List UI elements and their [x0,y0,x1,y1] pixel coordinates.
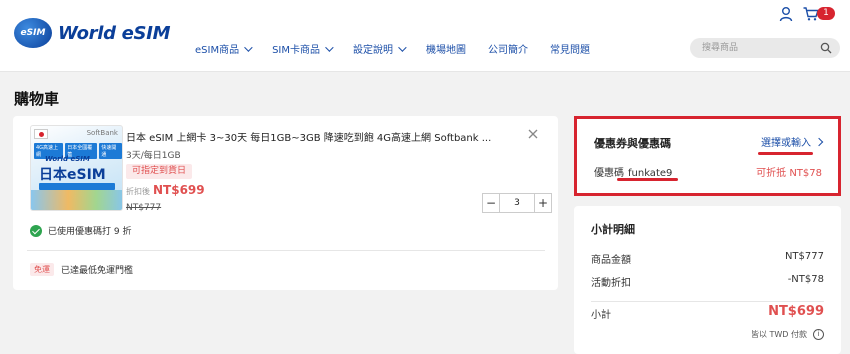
globe-logo-icon: eSIM [14,18,52,48]
nav-setup-guide[interactable]: 設定說明 [353,41,407,56]
increase-quantity-button[interactable]: + [534,193,552,213]
select-or-enter-coupon-link[interactable]: 選擇或輸入 [761,134,824,149]
nav-faq[interactable]: 常見問題 [550,41,590,56]
product-price: NT$699 [153,183,205,197]
user-icon[interactable] [779,6,793,22]
coupon-card: 優惠券與優惠碼 選擇或輸入 優惠碼 funkate9 可折抵 NT$78 [574,116,841,196]
summary-row-subtotal: 商品金額 NT$777 [591,251,824,266]
nav-label: SIM卡商品 [272,45,321,56]
cart-item-card: SoftBank 4G高速上網 日本全國覆蓋 快速開通 World eSIM 日… [13,116,558,290]
japan-flag-icon [34,129,48,139]
nav-label: 常見問題 [550,45,591,56]
coupon-title: 優惠券與優惠碼 [594,137,671,150]
page-title: 購物車 [14,90,60,108]
info-icon[interactable]: i [813,329,824,340]
nav-sim-products[interactable]: SIM卡商品 [272,41,334,56]
free-shipping-notice: 免運 已達最低免運門檻 [30,263,133,276]
carrier-logo: SoftBank [86,129,118,137]
nav-label: 機場地圖 [426,45,467,56]
coupon-applied-notice: 已使用優惠碼打 9 折 [30,224,131,237]
nav-esim-products[interactable]: eSIM商品 [195,41,253,56]
nav-label: 公司簡介 [488,45,529,56]
nav-about[interactable]: 公司簡介 [488,41,528,56]
product-name[interactable]: 日本 eSIM 上網卡 3~30天 每日1GB~3GB 降速吃到飽 4G高速上網… [126,129,526,144]
thumb-brand: World eSIM [45,155,90,163]
total-amount: NT$699 [768,304,824,319]
summary-row-discount: 活動折扣 -NT$78 [591,274,824,289]
nav-label: eSIM商品 [195,45,240,56]
cart-count-badge: 1 [817,7,835,20]
chevron-down-icon [398,42,407,52]
free-shipping-text: 已達最低免運門檻 [61,266,134,276]
quantity-value[interactable]: 3 [500,193,534,213]
summary-row-value: NT$777 [784,251,824,262]
chevron-right-icon [814,137,824,146]
original-price: NT$777 [126,203,162,213]
order-summary-card: 小計明細 商品金額 NT$777 活動折扣 -NT$78 小計 NT$699 皆… [574,206,841,354]
summary-row-label: 活動折扣 [591,278,631,289]
coupon-code-row: 優惠碼 funkate9 [594,164,672,179]
chevron-down-icon [244,42,253,52]
thumb-headline: 日本eSIM [39,167,106,183]
divider [591,301,824,302]
summary-row-label: 商品金額 [591,255,631,266]
check-circle-icon [30,224,42,237]
quantity-stepper: − 3 + [482,193,552,213]
search-input[interactable] [690,38,800,58]
delivery-date-tag: 可指定到貨日 [126,164,193,179]
total-label: 小計 [591,310,611,321]
thumb-banner [39,183,115,190]
currency-note: 皆以 TWD 付款 i [751,329,824,340]
feature-chip: 快速開通 [99,143,122,159]
site-logo[interactable]: eSIM World eSIM [14,18,171,48]
logo-text: World eSIM [58,22,171,44]
select-coupon-label: 選擇或輸入 [761,138,811,149]
highlight-underline [758,152,813,155]
site-header: eSIM World eSIM eSIM商品 SIM卡商品 設定說明 機場地圖 … [0,0,850,72]
search-icon[interactable] [820,42,832,54]
product-variant: 3天/每日1GB [126,151,181,161]
main-nav: eSIM商品 SIM卡商品 設定說明 機場地圖 公司簡介 常見問題 [195,41,612,56]
divider [27,250,545,251]
free-shipping-tag: 免運 [30,263,54,276]
coupon-saving: 可折抵 NT$78 [756,168,822,179]
coupon-applied-text: 已使用優惠碼打 9 折 [48,227,132,237]
highlight-underline [617,178,678,181]
thumb-illustration [31,190,122,210]
nav-label: 設定說明 [353,45,394,56]
product-thumbnail[interactable]: SoftBank 4G高速上網 日本全國覆蓋 快速開通 World eSIM 日… [30,125,123,211]
summary-title: 小計明細 [591,223,635,236]
nav-airport-map[interactable]: 機場地圖 [426,41,466,56]
summary-row-value: -NT$78 [787,274,824,285]
discounted-label: 折扣後 [126,187,150,196]
currency-note-text: 皆以 TWD 付款 [750,330,807,339]
remove-item-icon[interactable] [527,128,539,140]
search-bar [690,38,840,58]
decrease-quantity-button[interactable]: − [482,193,500,213]
chevron-down-icon [325,42,334,52]
